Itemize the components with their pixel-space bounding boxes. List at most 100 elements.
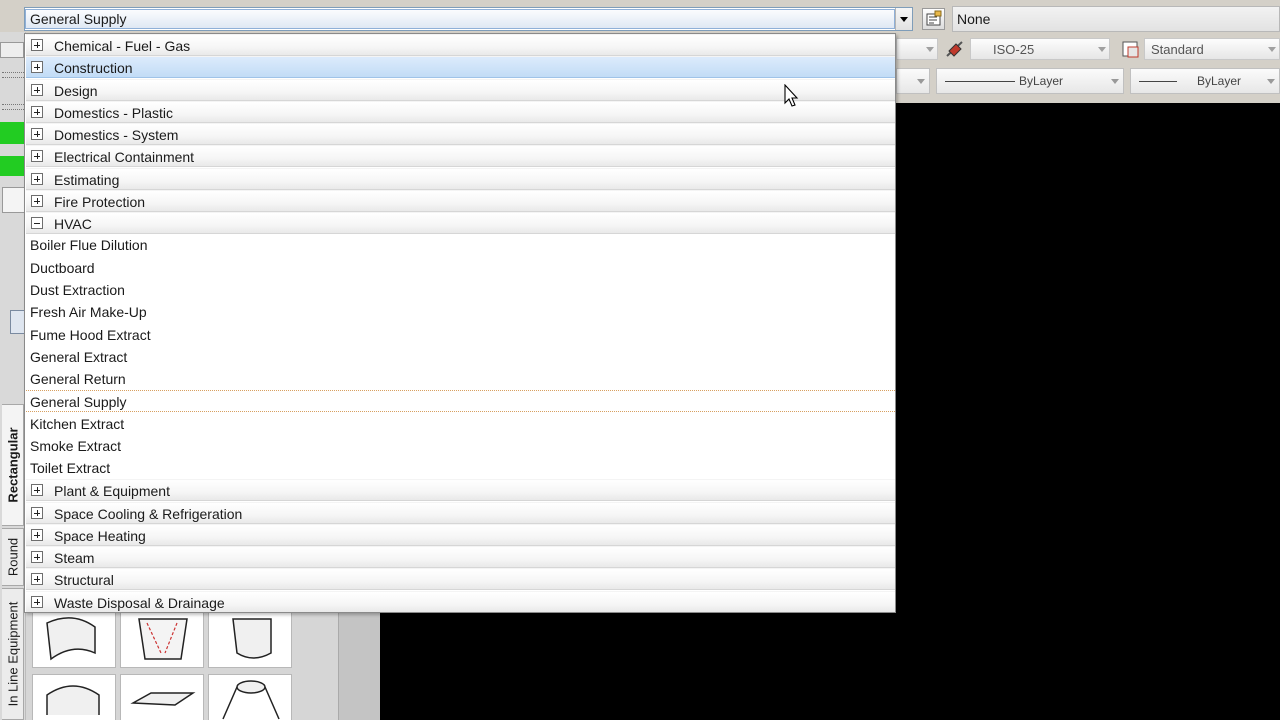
tool-tile[interactable] xyxy=(32,674,116,720)
expand-icon[interactable] xyxy=(31,39,43,51)
group-label: Estimating xyxy=(54,172,120,188)
expand-icon[interactable] xyxy=(31,84,43,96)
list-item[interactable]: Smoke Extract xyxy=(26,435,895,457)
lineweight-preview xyxy=(1139,81,1177,82)
expand-icon[interactable] xyxy=(31,484,43,496)
expand-icon[interactable] xyxy=(31,150,43,162)
group-row[interactable]: Electrical Containment xyxy=(26,145,895,167)
list-item[interactable]: Fume Hood Extract xyxy=(26,324,895,346)
expand-icon[interactable] xyxy=(31,173,43,185)
expand-icon[interactable] xyxy=(31,596,43,608)
palette-scrollbar[interactable] xyxy=(338,612,380,720)
group-label: Plant & Equipment xyxy=(54,483,170,499)
text-style-icon[interactable] xyxy=(1120,38,1142,60)
group-label: Space Cooling & Refrigeration xyxy=(54,506,243,522)
lineweight-value: ByLayer xyxy=(1197,74,1242,88)
group-label: HVAC xyxy=(54,216,92,232)
text-style-value: Standard xyxy=(1151,42,1204,57)
expand-icon[interactable] xyxy=(31,529,43,541)
system-combo-box[interactable]: General Supply xyxy=(24,7,913,31)
list-item[interactable]: Ductboard xyxy=(26,257,895,279)
group-label: Construction xyxy=(54,60,133,76)
linetype-dropdown[interactable]: ByLayer xyxy=(936,68,1124,94)
group-row[interactable]: Steam xyxy=(26,546,895,568)
toolbar-grip[interactable] xyxy=(2,72,24,78)
layer-field[interactable]: None xyxy=(952,6,1280,32)
expand-icon[interactable] xyxy=(31,61,43,73)
group-row[interactable]: Construction xyxy=(26,56,895,78)
duct-flat-icon xyxy=(130,692,196,706)
duct-transition-icon xyxy=(138,618,188,660)
group-row[interactable]: Estimating xyxy=(26,168,895,190)
group-label: Space Heating xyxy=(54,528,146,544)
group-row[interactable]: Domestics - Plastic xyxy=(26,101,895,123)
group-label: Domestics - Plastic xyxy=(54,105,174,121)
palette-grip[interactable] xyxy=(0,42,24,58)
group-row[interactable]: Space Cooling & Refrigeration xyxy=(26,502,895,524)
list-item[interactable]: Toilet Extract xyxy=(26,457,895,479)
layer-status-indicator xyxy=(0,156,26,176)
properties-button[interactable] xyxy=(922,8,945,30)
expand-icon[interactable] xyxy=(31,128,43,140)
group-row[interactable]: Plant & Equipment xyxy=(26,479,895,501)
group-row[interactable]: Structural xyxy=(26,568,895,590)
tab-in-line-equipment[interactable]: In Line Equipment xyxy=(2,588,24,720)
toolbar-dropdown[interactable] xyxy=(896,38,938,60)
item-label: Boiler Flue Dilution xyxy=(30,237,148,253)
group-row[interactable]: HVAC xyxy=(26,212,895,234)
tool-tile[interactable] xyxy=(208,612,292,668)
chevron-down-icon[interactable] xyxy=(895,8,912,30)
duct-box-icon xyxy=(232,618,272,659)
linetype-preview xyxy=(945,81,1015,82)
text-style-dropdown[interactable]: Standard xyxy=(1144,38,1280,60)
toolbar-dropdown[interactable] xyxy=(896,68,930,94)
tab-rectangular[interactable]: Rectangular xyxy=(2,404,24,526)
list-item[interactable]: General Extract xyxy=(26,346,895,368)
palette-tab-header[interactable] xyxy=(2,187,26,213)
mouse-cursor-icon xyxy=(784,84,799,107)
group-label: Structural xyxy=(54,572,114,588)
tool-tile[interactable] xyxy=(120,674,204,720)
item-label: Toilet Extract xyxy=(30,460,111,476)
system-dropdown-list[interactable]: Chemical - Fuel - Gas Construction Design D… xyxy=(24,33,896,613)
lineweight-dropdown[interactable]: ByLayer xyxy=(1130,68,1280,94)
collapse-icon[interactable] xyxy=(31,217,43,229)
drawing-canvas[interactable] xyxy=(896,103,1280,720)
item-label: Dust Extraction xyxy=(30,282,125,298)
item-label: Fresh Air Make-Up xyxy=(30,304,147,320)
group-row[interactable]: Waste Disposal & Drainage xyxy=(26,591,895,612)
group-row[interactable]: Design xyxy=(26,79,895,101)
list-item[interactable]: Kitchen Extract xyxy=(26,413,895,435)
list-item[interactable]: Boiler Flue Dilution xyxy=(26,234,895,256)
tool-tile[interactable] xyxy=(208,674,292,720)
group-label: Steam xyxy=(54,550,95,566)
dim-style-dropdown[interactable]: ISO-25 xyxy=(970,38,1110,60)
group-row[interactable]: Domestics - System xyxy=(26,123,895,145)
group-row[interactable]: Space Heating xyxy=(26,524,895,546)
duct-bend-icon xyxy=(46,617,96,661)
group-row[interactable]: Fire Protection xyxy=(26,190,895,212)
properties-icon xyxy=(926,10,942,26)
duct-round-icon xyxy=(46,685,100,715)
tool-palette-content xyxy=(26,612,380,720)
list-item[interactable]: Fresh Air Make-Up xyxy=(26,301,895,323)
dim-style-icon[interactable] xyxy=(944,38,966,60)
layer-status-indicator xyxy=(0,122,26,144)
group-label: Electrical Containment xyxy=(54,149,195,165)
tool-tile[interactable] xyxy=(120,612,204,668)
group-row[interactable]: Chemical - Fuel - Gas xyxy=(26,34,895,56)
expand-icon[interactable] xyxy=(31,195,43,207)
expand-icon[interactable] xyxy=(31,573,43,585)
system-combo-value: General Supply xyxy=(25,9,895,29)
list-item[interactable]: General Supply xyxy=(26,390,895,412)
list-item[interactable]: General Return xyxy=(26,368,895,390)
tool-palette-strip: Rectangular Round In Line Equipment ent xyxy=(0,32,26,720)
list-item[interactable]: Dust Extraction xyxy=(26,279,895,301)
toolbar-grip[interactable] xyxy=(2,104,24,110)
drawing-canvas[interactable] xyxy=(380,612,896,720)
expand-icon[interactable] xyxy=(31,507,43,519)
expand-icon[interactable] xyxy=(31,551,43,563)
tab-round[interactable]: Round xyxy=(2,528,24,586)
expand-icon[interactable] xyxy=(31,106,43,118)
tool-tile[interactable] xyxy=(32,612,116,668)
